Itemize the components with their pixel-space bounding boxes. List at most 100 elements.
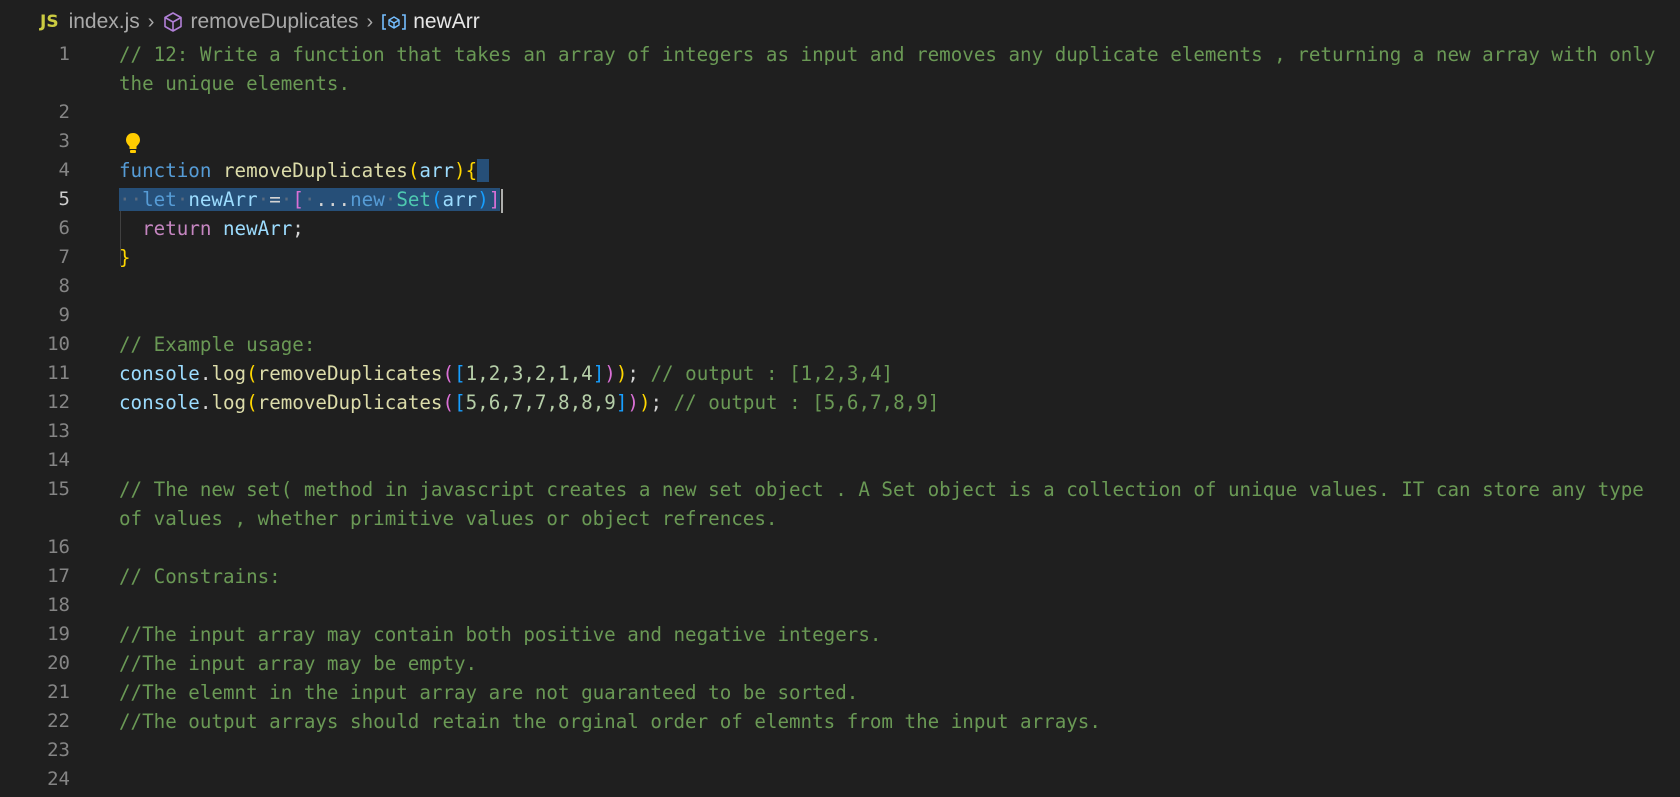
array-values: 1,2,3,2,1,4 [465, 362, 593, 385]
line-number: 17 [47, 565, 70, 587]
breadcrumb-variable-label: newArr [413, 10, 480, 33]
code-line[interactable]: 14 [0, 446, 1680, 475]
line-number: 12 [47, 391, 70, 413]
line-number: 11 [47, 362, 70, 384]
line-number: 21 [47, 681, 70, 703]
code-text: console.log(removeDuplicates([1,2,3,2,1,… [119, 362, 894, 385]
comment-token: // output : [1,2,3,4] [650, 362, 894, 385]
code-line[interactable]: 16 [0, 533, 1680, 562]
code-line[interactable]: 12 console.log(removeDuplicates([5,6,7,7… [0, 388, 1680, 417]
line-number: 5 [58, 188, 70, 210]
breadcrumb-file[interactable]: JS index.js [40, 10, 140, 34]
function-name-token: removeDuplicates [257, 362, 443, 385]
line-number: 23 [47, 739, 70, 761]
code-line[interactable]: 17 // Constrains: [0, 562, 1680, 591]
code-text: // Constrains: [119, 565, 281, 588]
code-line[interactable]: 15 // The new set( method in javascript … [0, 475, 1680, 533]
code-line-selected[interactable]: 5 ··‌let·newArr·=·[·...new·Set(arr)] [0, 185, 1680, 214]
breadcrumb-file-label: index.js [68, 10, 140, 33]
code-text: //The output arrays should retain the or… [119, 710, 1101, 733]
paren-token: ( [407, 159, 420, 182]
line-number: 19 [47, 623, 70, 645]
code-line[interactable]: 18 [0, 591, 1680, 620]
bracket-token: ] [488, 188, 501, 211]
line-number: 7 [58, 246, 70, 268]
code-text: //The input array may be empty. [119, 652, 478, 675]
line-number: 15 [47, 478, 70, 500]
code-line[interactable]: 9 [0, 301, 1680, 330]
code-line[interactable]: 6 return newArr; [0, 214, 1680, 243]
lightbulb-icon[interactable] [123, 131, 143, 159]
object-token: console [119, 362, 200, 385]
code-line[interactable]: 13 [0, 417, 1680, 446]
code-text: // The new set( method in javascript cre… [119, 478, 1656, 530]
line-number: 1 [58, 43, 70, 65]
code-line[interactable]: 8 [0, 272, 1680, 301]
code-text: // Example usage: [119, 333, 316, 356]
paren-token: ) [454, 159, 466, 182]
line-number: 10 [47, 333, 70, 355]
chevron-right-icon: › [147, 10, 155, 33]
breadcrumb-symbol[interactable]: removeDuplicates [162, 10, 359, 34]
line-number: 8 [58, 275, 70, 297]
variable-icon [381, 12, 407, 32]
line-number: 14 [47, 449, 70, 471]
code-line[interactable]: 4 function removeDuplicates(arr){ [0, 156, 1680, 185]
javascript-file-icon: JS [40, 12, 59, 32]
code-text: //The elemnt in the input array are not … [119, 681, 859, 704]
code-line[interactable]: 11 console.log(removeDuplicates([1,2,3,2… [0, 359, 1680, 388]
arg-token: arr [442, 188, 478, 211]
line-number: 13 [47, 420, 70, 442]
code-line[interactable]: 2 [0, 98, 1680, 127]
selection-tail [477, 159, 489, 182]
code-line[interactable]: 3 [0, 127, 1680, 156]
code-text: // 12: Write a function that takes an ar… [119, 43, 1667, 95]
keyword-token: new [350, 188, 385, 211]
line-number: 18 [47, 594, 70, 616]
line-number: 16 [47, 536, 70, 558]
brace-token: } [119, 246, 131, 269]
cube-icon [162, 11, 184, 33]
operator-token: = [269, 188, 281, 211]
line-number: 9 [58, 304, 70, 326]
array-values: 5,6,7,7,8,8,9 [465, 391, 616, 414]
selection-highlight: ··‌let·newArr·=·[·...new·Set(arr)] [119, 188, 501, 211]
line-number: 2 [58, 101, 70, 123]
class-token: Set [396, 188, 431, 211]
code-line[interactable]: 10 // Example usage: [0, 330, 1680, 359]
spread-token: ... [315, 188, 351, 211]
text-cursor [501, 188, 504, 213]
code-text: console.log(removeDuplicates([5,6,7,7,8,… [119, 391, 940, 414]
code-line[interactable]: 21 //The elemnt in the input array are n… [0, 678, 1680, 707]
function-name-token: removeDuplicates [257, 391, 443, 414]
code-text: return newArr; [119, 214, 1660, 243]
code-line[interactable]: 20 //The input array may be empty. [0, 649, 1680, 678]
variable-token: newArr [188, 188, 258, 211]
line-number: 22 [47, 710, 70, 732]
paren-token: ) [477, 188, 489, 211]
object-token: console [119, 391, 200, 414]
brace-token: { [465, 159, 478, 182]
code-text: function removeDuplicates(arr){ [119, 156, 1660, 185]
line-number: 4 [58, 159, 70, 181]
code-editor[interactable]: 1 // 12: Write a function that takes an … [0, 40, 1680, 794]
code-line[interactable]: 19 //The input array may contain both po… [0, 620, 1680, 649]
line-number: 20 [47, 652, 70, 674]
function-name-token: log [211, 362, 247, 385]
code-line[interactable]: 1 // 12: Write a function that takes an … [0, 40, 1680, 98]
param-token: arr [419, 159, 455, 182]
code-line[interactable]: 23 [0, 736, 1680, 765]
code-line[interactable]: 7 } [0, 243, 1680, 272]
code-line[interactable]: 22 //The output arrays should retain the… [0, 707, 1680, 736]
breadcrumb-variable[interactable]: newArr [381, 10, 480, 34]
breadcrumb-symbol-label: removeDuplicates [190, 10, 359, 33]
keyword-token: return [142, 217, 212, 240]
paren-token: ( [430, 188, 443, 211]
line-number: 3 [58, 130, 70, 152]
keyword-token: function [119, 159, 212, 182]
code-text: //The input array may contain both posit… [119, 623, 882, 646]
code-line[interactable]: 24 [0, 765, 1680, 794]
line-number: 24 [47, 768, 70, 790]
function-name-token: log [211, 391, 247, 414]
breadcrumb: JS index.js › removeDuplicates › newArr [40, 0, 480, 44]
